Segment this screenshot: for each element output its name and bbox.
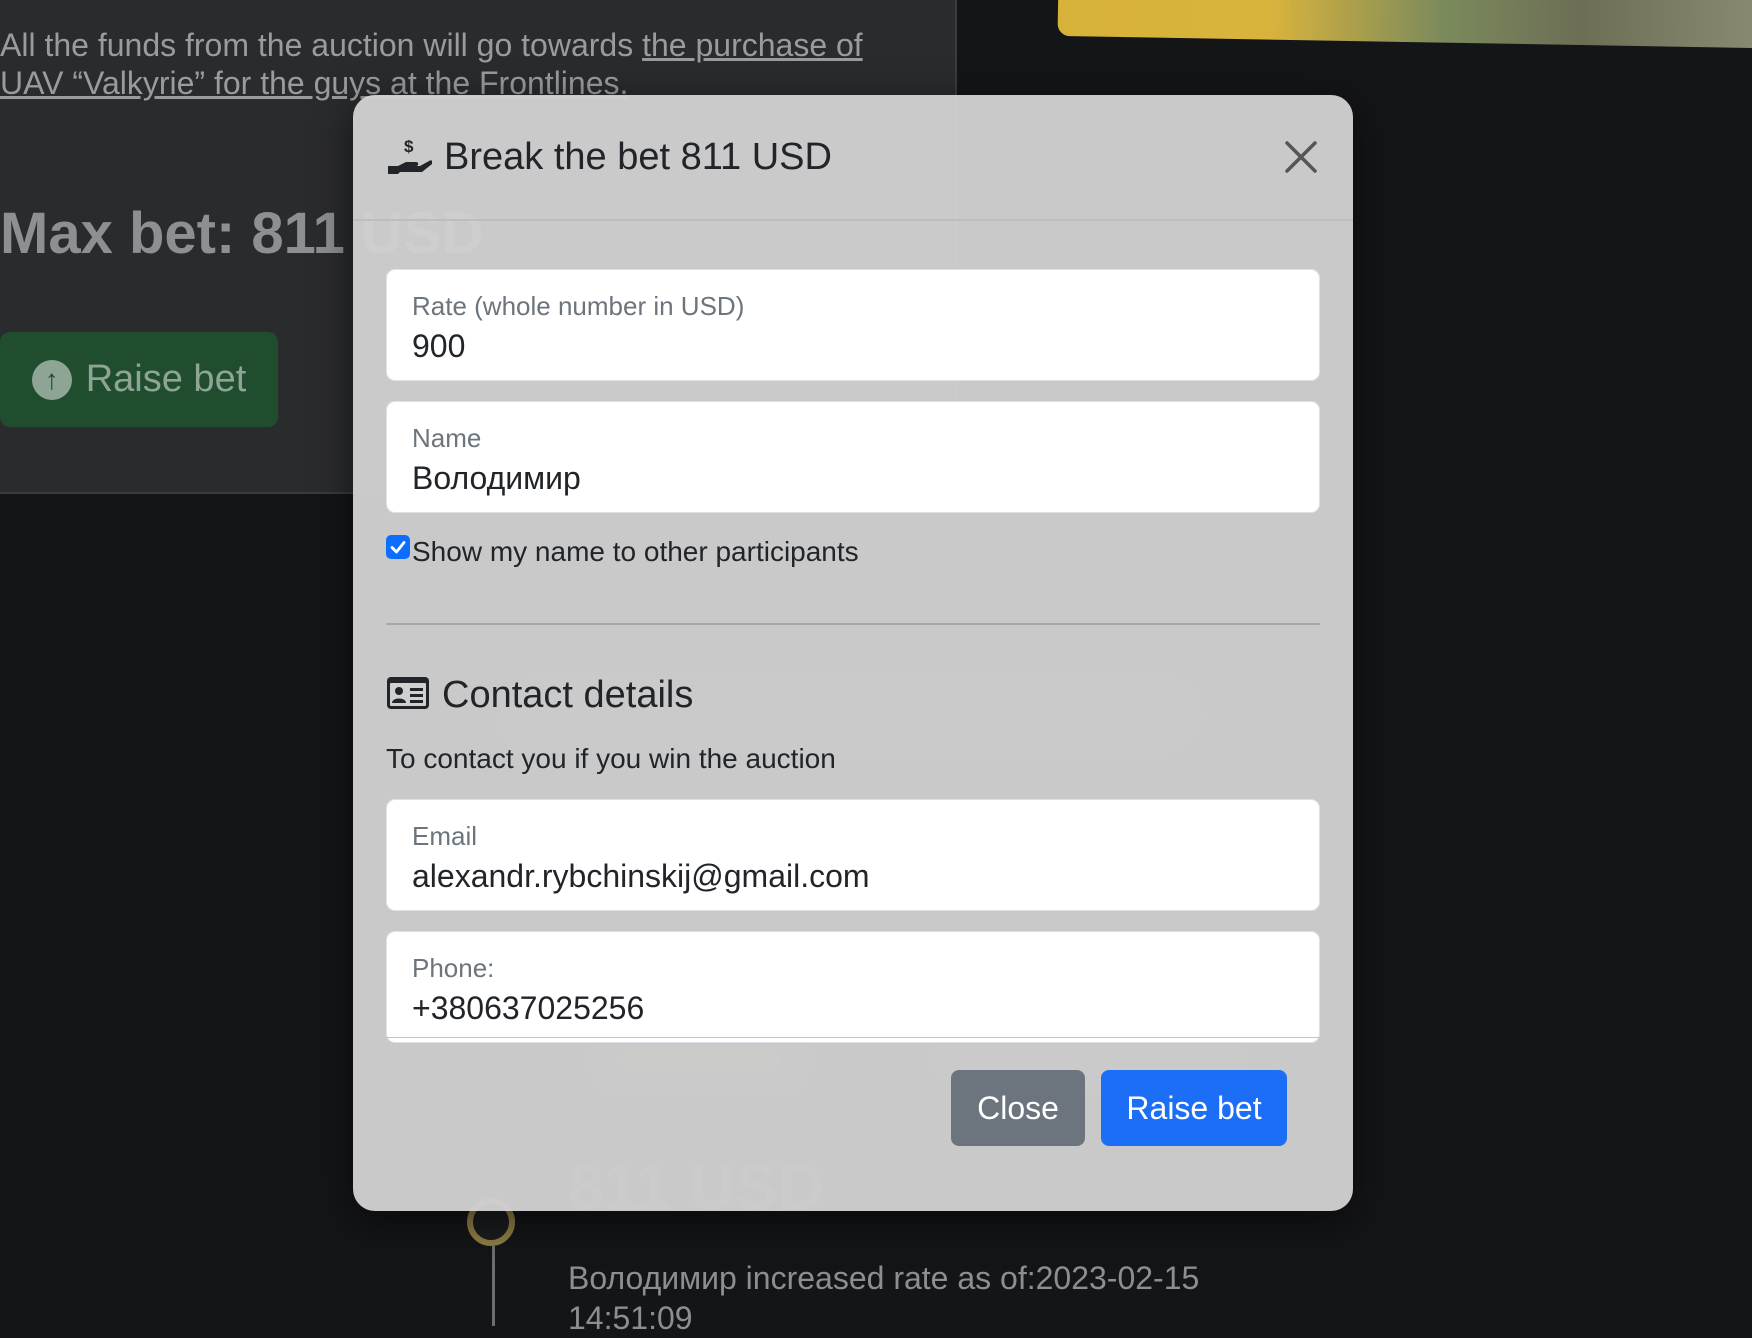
name-input[interactable]	[412, 456, 1294, 500]
phone-input[interactable]	[412, 986, 1294, 1030]
description-text: All the funds from the auction will go t…	[0, 27, 643, 63]
bet-modal: $ Break the bet 811 USD Rate (whole numb…	[353, 95, 1353, 1211]
email-input[interactable]	[412, 854, 1294, 898]
rate-label: Rate (whole number in USD)	[412, 291, 745, 321]
section-divider	[386, 623, 1320, 625]
rate-field[interactable]: Rate (whole number in USD)	[386, 269, 1320, 381]
timeline-line	[492, 1246, 495, 1326]
hero-photo	[1057, 0, 1752, 49]
phone-field[interactable]: Phone:	[386, 931, 1320, 1043]
footer-divider	[386, 1037, 1320, 1038]
close-button[interactable]: Close	[951, 1070, 1085, 1146]
name-field[interactable]: Name	[386, 401, 1320, 513]
show-name-label: Show my name to other participants	[412, 536, 859, 567]
svg-text:$: $	[404, 137, 414, 156]
raise-bet-label: Raise bet	[85, 358, 247, 400]
name-label: Name	[412, 423, 482, 453]
phone-label: Phone:	[412, 953, 495, 983]
show-name-checkbox[interactable]	[386, 535, 410, 559]
id-card-icon	[386, 675, 430, 716]
modal-body: Rate (whole number in USD) Name Show my …	[353, 221, 1353, 1043]
show-name-row[interactable]: Show my name to other participants	[386, 533, 1320, 571]
close-icon[interactable]	[1279, 135, 1323, 179]
rate-input[interactable]	[412, 324, 1294, 368]
modal-title: Break the bet 811 USD	[444, 135, 832, 178]
raise-bet-button-bg[interactable]: ↑ Raise bet	[0, 332, 278, 427]
hand-holding-dollar-icon: $	[386, 136, 432, 178]
auction-description: All the funds from the auction will go t…	[0, 26, 900, 102]
contact-heading: Contact details	[386, 665, 1320, 725]
contact-subtitle: To contact you if you win the auction	[386, 743, 836, 774]
raise-bet-button[interactable]: Raise bet	[1101, 1070, 1287, 1146]
email-field[interactable]: Email	[386, 799, 1320, 911]
arrow-up-circle-icon: ↑	[31, 359, 72, 400]
check-icon	[390, 541, 406, 554]
history-entry-text: Володимир increased rate as of:2023-02-1…	[568, 1260, 1200, 1336]
modal-header: $ Break the bet 811 USD	[353, 95, 1353, 221]
contact-title: Contact details	[442, 673, 694, 716]
email-label: Email	[412, 821, 478, 851]
